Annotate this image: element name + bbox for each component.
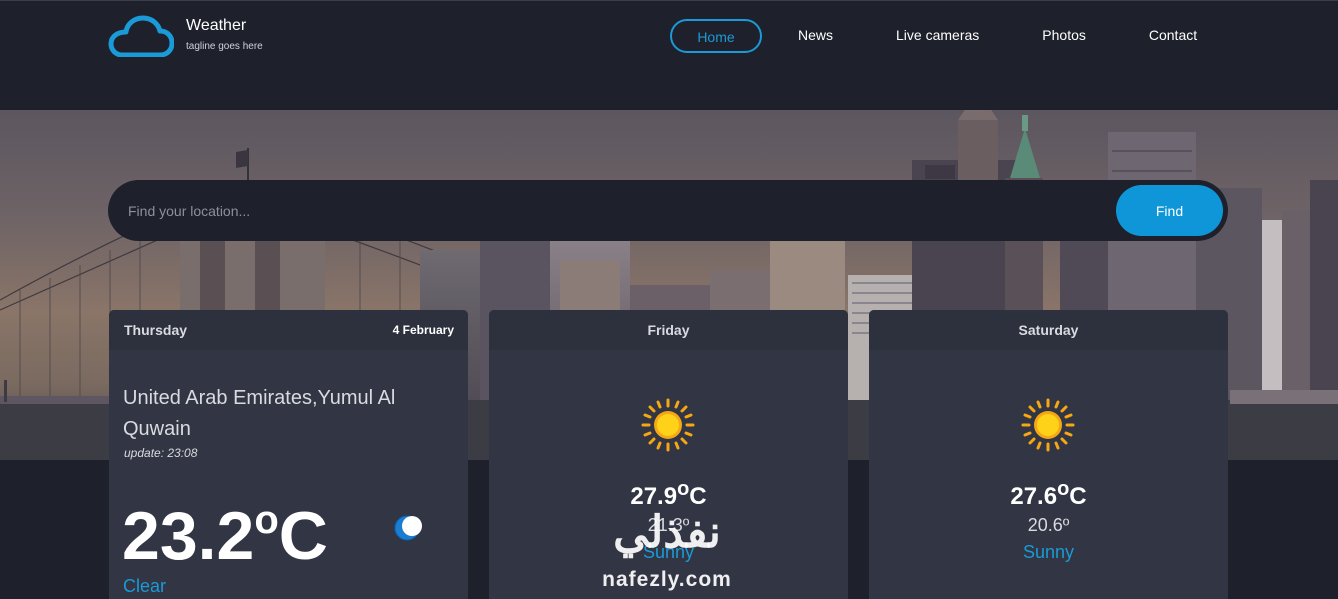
search-bar: Find [108, 180, 1228, 241]
nav-news[interactable]: News [798, 19, 833, 53]
nav-contact[interactable]: Contact [1149, 19, 1197, 53]
forecast-high-temperature: 27.9oC [489, 478, 848, 511]
nav-live-cameras[interactable]: Live cameras [896, 19, 979, 53]
forecast-card-friday: Friday 27.9oC 21.3º Sunny [489, 310, 848, 599]
moon-icon [394, 515, 422, 541]
find-button[interactable]: Find [1116, 185, 1223, 236]
sun-icon [1021, 398, 1075, 452]
forecast-high-temperature: 27.6oC [869, 478, 1228, 511]
tagline: tagline goes here [186, 41, 263, 52]
forecast-high-value: 27.9 [630, 483, 678, 510]
forecast-day: Friday [489, 310, 848, 350]
current-temperature-degree: o [254, 498, 279, 542]
sun-icon [641, 398, 695, 452]
site-header: Weather tagline goes here Home News Live… [0, 0, 1338, 110]
forecast-high-value: 27.6 [1010, 483, 1058, 510]
main-nav: Home News Live cameras Photos Contact [670, 19, 1197, 53]
forecast-low-temperature: 21.3º [647, 515, 690, 535]
current-temperature-value: 23.2 [122, 498, 255, 574]
cloud-icon [108, 15, 174, 57]
nav-photos[interactable]: Photos [1042, 19, 1086, 53]
current-condition: Clear [123, 576, 167, 596]
site-name: Weather [186, 17, 247, 34]
page: Weather tagline goes here Home News Live… [0, 0, 1338, 599]
nav-home[interactable]: Home [670, 19, 762, 53]
today-day: Thursday [124, 322, 188, 338]
location-name: United Arab Emirates,Yumul Al Quwain [123, 387, 396, 440]
forecast-day: Saturday [869, 310, 1228, 350]
today-card: Thursday 4 February United Arab Emirates… [109, 310, 468, 599]
search-input[interactable] [128, 180, 1108, 241]
forecast-low-temperature: 20.6º [1027, 515, 1070, 535]
forecast-high-unit: C [689, 483, 707, 510]
today-date: 4 February [392, 323, 454, 337]
forecast-high-degree: o [677, 478, 690, 500]
site-logo[interactable]: Weather tagline goes here [108, 15, 263, 57]
forecast-high-unit: C [1069, 483, 1087, 510]
forecast-card-saturday: Saturday 27.6oC 20.6º Sunny [869, 310, 1228, 599]
forecast-condition: Sunny [1022, 542, 1075, 562]
forecast-high-degree: o [1057, 478, 1070, 500]
forecast-condition: Sunny [642, 542, 695, 562]
today-card-header: Thursday 4 February [109, 310, 468, 350]
update-time: update: 23:08 [124, 446, 198, 460]
current-temperature-unit: C [278, 498, 328, 574]
current-temperature: 23.2oC [122, 480, 328, 576]
